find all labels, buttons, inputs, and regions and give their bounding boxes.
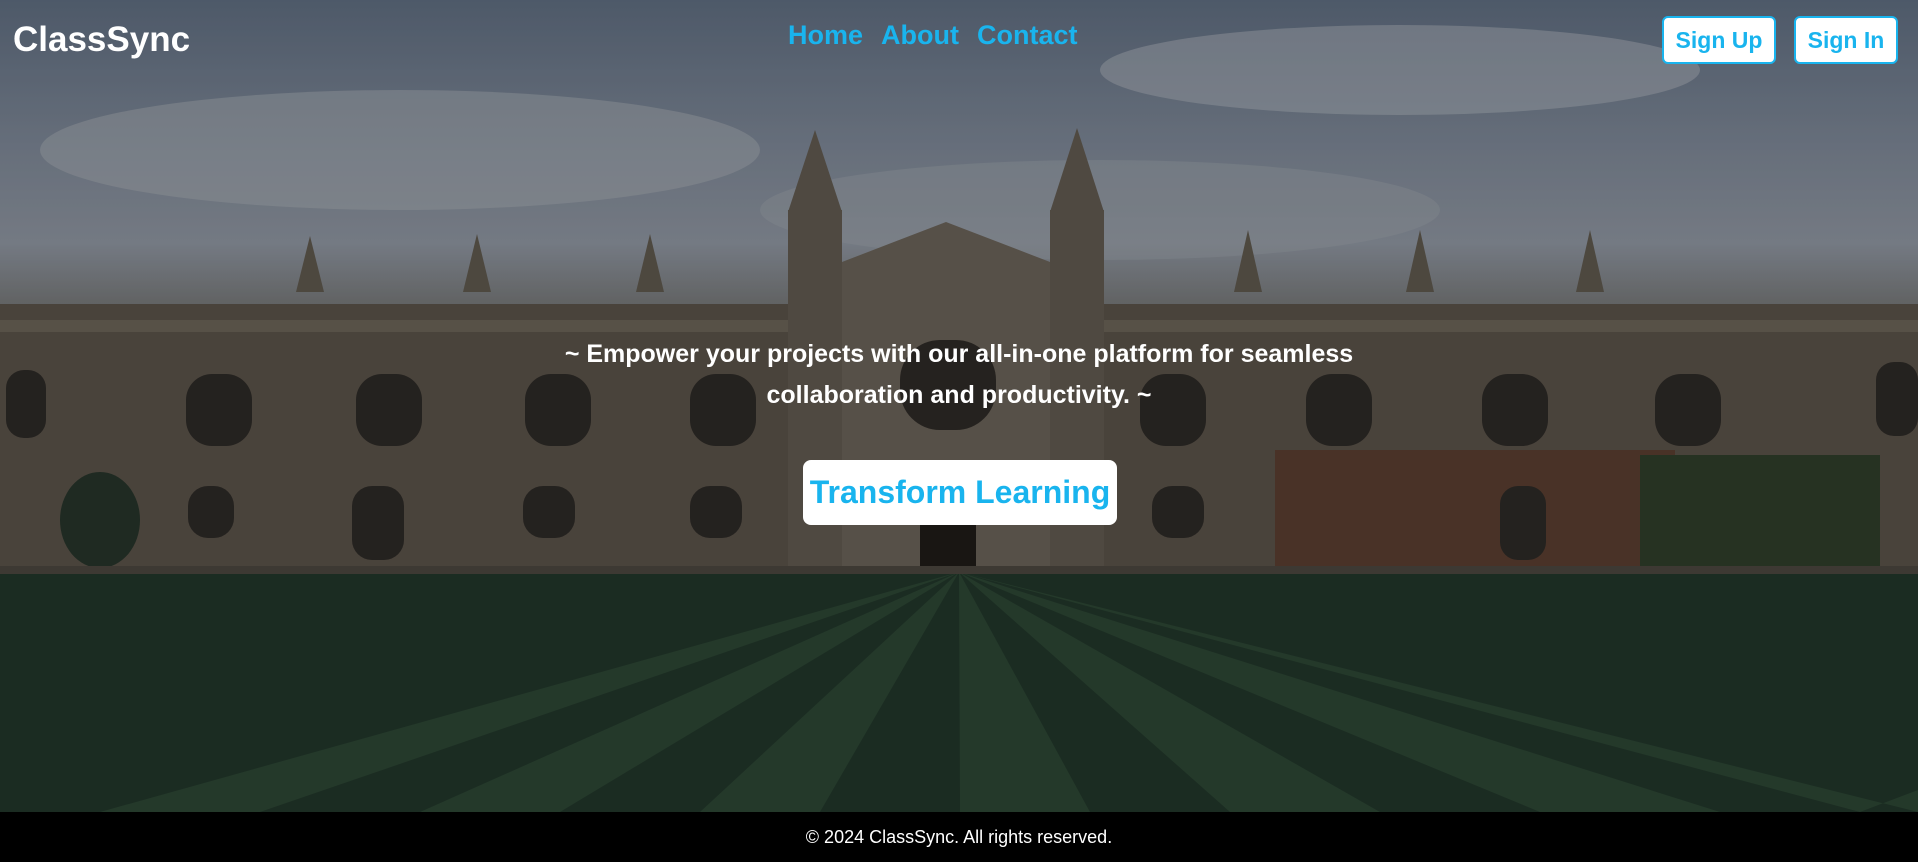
nav-contact-link[interactable]: Contact [977,20,1078,51]
footer: © 2024 ClassSync. All rights reserved. [0,812,1918,862]
sign-up-button[interactable]: Sign Up [1662,16,1776,64]
hero-tagline-line1: ~ Empower your projects with our all-in-… [564,340,1354,368]
hero-tagline: ~ Empower your projects with our all-in-… [459,334,1459,416]
hero-tagline-line2: collaboration and productivity. ~ [766,381,1152,409]
main-nav: Home About Contact [788,20,1077,51]
transform-learning-button[interactable]: Transform Learning [803,460,1117,525]
nav-about-link[interactable]: About [881,20,959,51]
sign-in-button[interactable]: Sign In [1794,16,1898,64]
brand-logo[interactable]: ClassSync [13,20,190,60]
nav-home-link[interactable]: Home [788,20,863,51]
footer-copyright: © 2024 ClassSync. All rights reserved. [805,826,1113,847]
